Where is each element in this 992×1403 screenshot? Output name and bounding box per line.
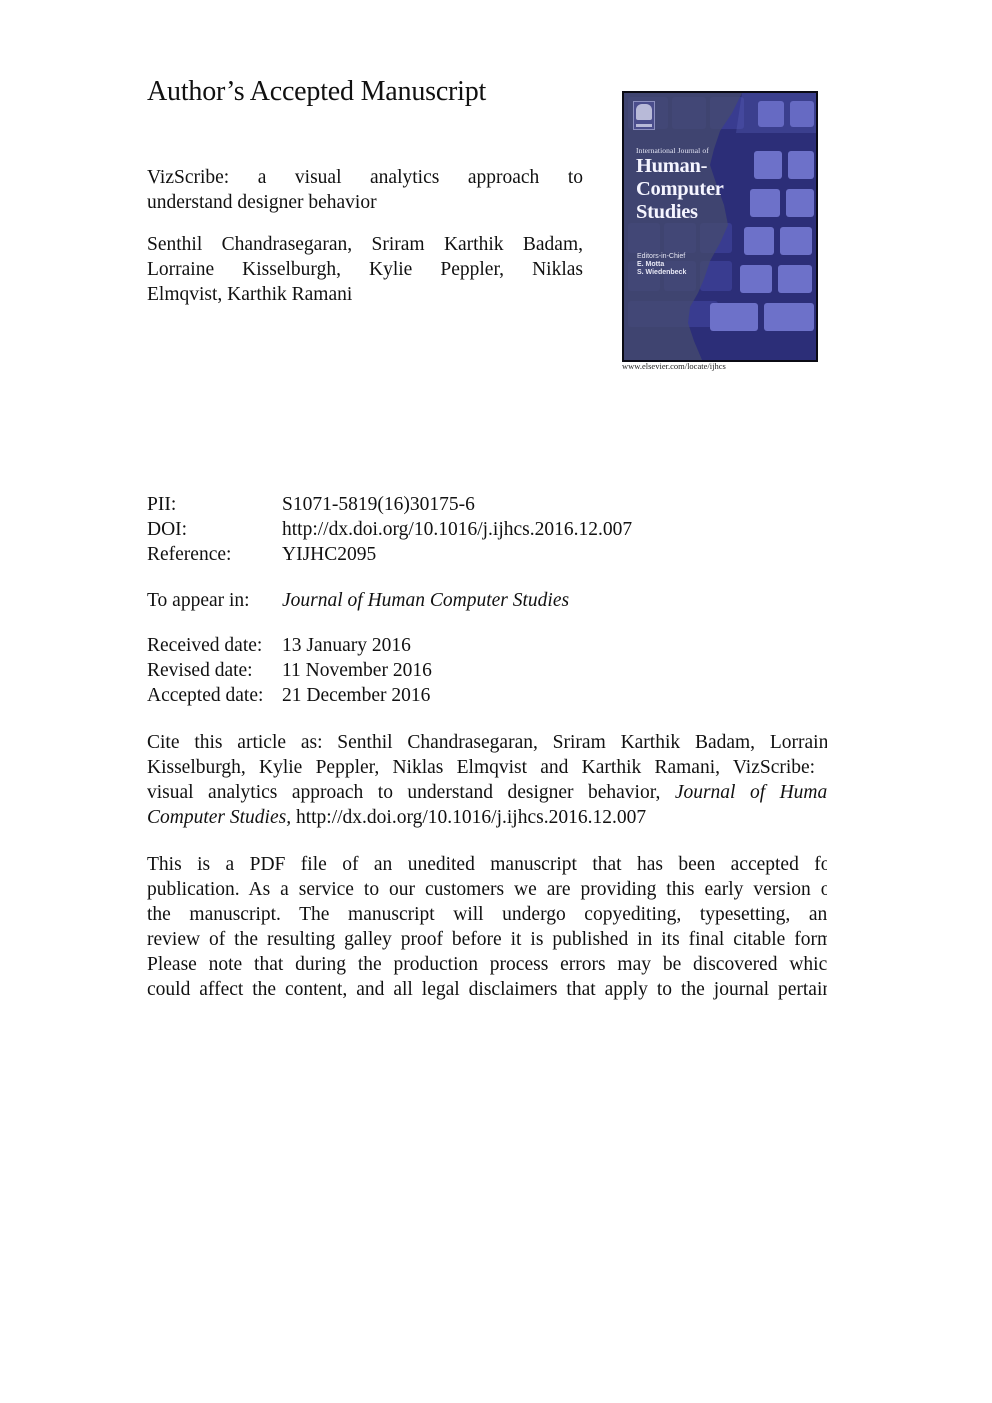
author-list: Senthil Chandrasegaran, Sriram Karthik B… — [147, 232, 583, 307]
cover-journal-kicker: International Journal of — [636, 146, 709, 155]
cover-title-line: Computer — [636, 178, 724, 200]
disclaimer-line: review of the resulting galley proof bef… — [147, 929, 827, 950]
journal-cover-image: International Journal of Human- Computer… — [622, 91, 818, 362]
meta-value: 21 December 2016 — [282, 685, 431, 706]
page-heading: Author’s Accepted Manuscript — [147, 76, 487, 107]
cover-editors: Editors-in-Chief E. Motta S. Wiedenbeck — [637, 253, 686, 277]
citation-line: Kisselburgh, Kylie Peppler, Niklas Elmqv… — [147, 757, 827, 778]
cover-journal-title: Human- Computer Studies — [636, 155, 724, 224]
meta-value: 11 November 2016 — [282, 660, 432, 681]
disclaimer-line: publication. As a service to our custome… — [147, 879, 827, 900]
disclaimer-line: Please note that during the production p… — [147, 954, 827, 975]
meta-value: S1071-5819(16)30175-6 — [282, 494, 475, 515]
meta-label: DOI: — [147, 519, 188, 540]
author-line: Lorraine Kisselburgh, Kylie Peppler, Nik… — [147, 259, 583, 280]
cover-title-line: Human- — [636, 155, 708, 177]
citation-line: Cite this article as: Senthil Chandraseg… — [147, 732, 827, 753]
disclaimer-paragraph: This is a PDF file of an unedited manusc… — [147, 852, 827, 1002]
citation-text: visual analytics approach to understand … — [147, 782, 661, 803]
citation-line: Computer Studies, http://dx.doi.org/10.1… — [147, 805, 827, 830]
meta-value-journal: Journal of Human Computer Studies — [282, 590, 570, 611]
citation-paragraph: Cite this article as: Senthil Chandraseg… — [147, 730, 827, 830]
author-line: Elmqvist, Karthik Ramani — [147, 284, 353, 305]
cover-keyboard-artwork — [624, 93, 816, 360]
disclaimer-line: the manuscript. The manuscript will unde… — [147, 904, 827, 925]
cover-editor: S. Wiedenbeck — [637, 269, 687, 276]
meta-value: YIJHC2095 — [282, 544, 377, 565]
cover-editor: E. Motta — [637, 261, 665, 268]
citation-journal: Computer Studies, — [147, 807, 292, 828]
citation-journal: Journal of Human — [674, 782, 827, 803]
citation-line: visual analytics approach to understand … — [147, 780, 827, 805]
citation-doi-link[interactable]: http://dx.doi.org/10.1016/j.ijhcs.2016.1… — [296, 807, 646, 828]
meta-label: Revised date: — [147, 660, 253, 681]
journal-url-link[interactable]: www.elsevier.com/locate/ijhcs — [622, 361, 726, 372]
cover-editors-label: Editors-in-Chief — [637, 253, 686, 260]
meta-label: Reference: — [147, 544, 232, 565]
meta-value: 13 January 2016 — [282, 635, 411, 656]
elsevier-logo-icon — [633, 101, 655, 130]
doi-link[interactable]: http://dx.doi.org/10.1016/j.ijhcs.2016.1… — [282, 517, 632, 542]
meta-label: Received date: — [147, 635, 263, 656]
meta-label: Accepted date: — [147, 685, 264, 706]
meta-label: PII: — [147, 494, 177, 515]
article-title: VizScribe: a visual analytics approach t… — [147, 165, 583, 215]
article-title-line: understand designer behavior — [147, 192, 377, 213]
article-title-line: VizScribe: a visual analytics approach t… — [147, 167, 583, 188]
disclaimer-line: could affect the content, and all legal … — [147, 979, 827, 1000]
cover-title-line: Studies — [636, 201, 698, 223]
meta-label: To appear in: — [147, 590, 250, 611]
disclaimer-line: This is a PDF file of an unedited manusc… — [147, 854, 827, 875]
author-line: Senthil Chandrasegaran, Sriram Karthik B… — [147, 234, 583, 255]
